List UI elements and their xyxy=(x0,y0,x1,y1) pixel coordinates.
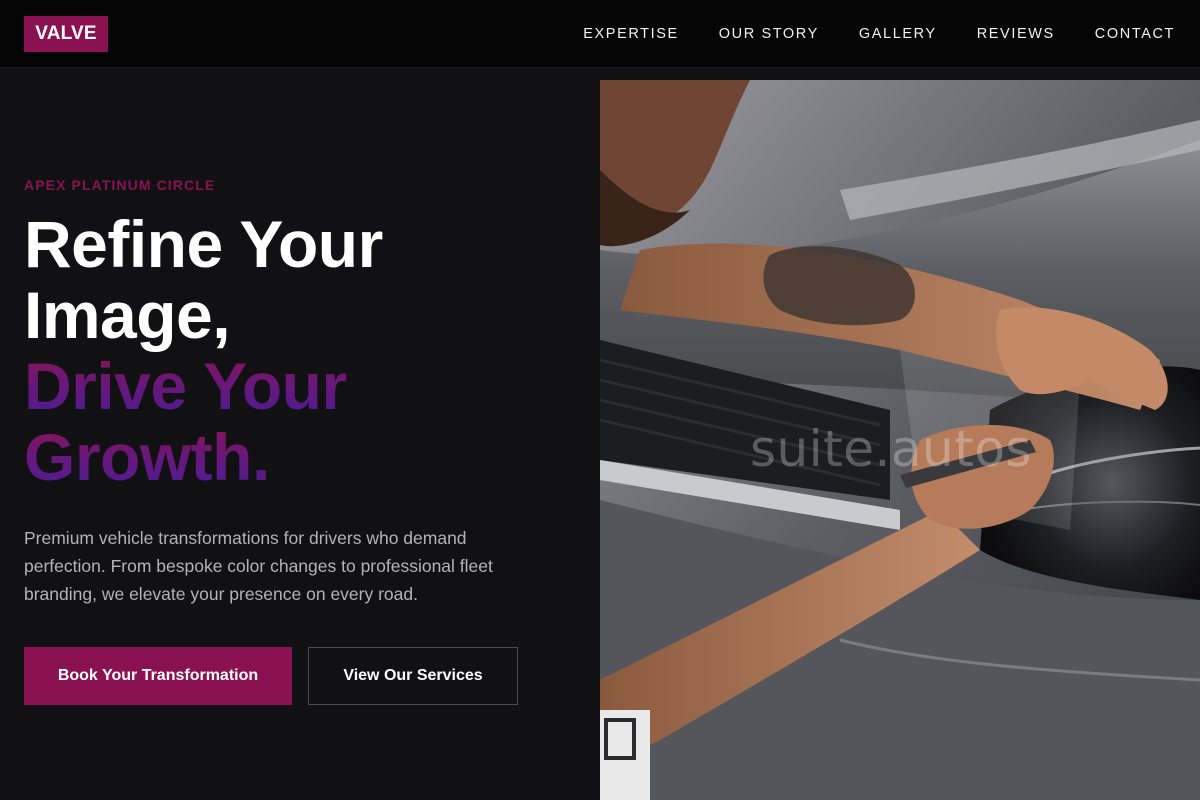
brand-logo[interactable]: VALVE xyxy=(24,16,108,52)
nav-link-reviews[interactable]: REVIEWS xyxy=(977,26,1055,42)
hero-headline: Refine Your Image, Drive Your Growth. xyxy=(24,209,383,493)
nav-link-expertise[interactable]: EXPERTISE xyxy=(583,26,679,42)
site-header: VALVE EXPERTISE OUR STORY GALLERY REVIEW… xyxy=(0,0,1200,68)
view-services-button[interactable]: View Our Services xyxy=(308,647,518,705)
hero-content: APEX PLATINUM CIRCLE Refine Your Image, … xyxy=(0,69,600,800)
nav-link-gallery[interactable]: GALLERY xyxy=(859,26,937,42)
nav-link-contact[interactable]: CONTACT xyxy=(1095,26,1175,42)
headline-line-4: Growth. xyxy=(24,422,383,493)
hero-photo-illustration xyxy=(600,80,1200,800)
headline-line-2: Image, xyxy=(24,278,231,352)
headline-line-3: Drive Your xyxy=(24,351,383,422)
book-transformation-button[interactable]: Book Your Transformation xyxy=(24,647,292,705)
hero-image xyxy=(600,80,1200,800)
hero-kicker: APEX PLATINUM CIRCLE xyxy=(24,177,216,193)
nav-link-our-story[interactable]: OUR STORY xyxy=(719,26,819,42)
hero-description: Premium vehicle transformations for driv… xyxy=(24,528,493,604)
headline-line-1: Refine Your xyxy=(24,207,383,281)
main-nav: EXPERTISE OUR STORY GALLERY REVIEWS CONT… xyxy=(583,0,1175,68)
